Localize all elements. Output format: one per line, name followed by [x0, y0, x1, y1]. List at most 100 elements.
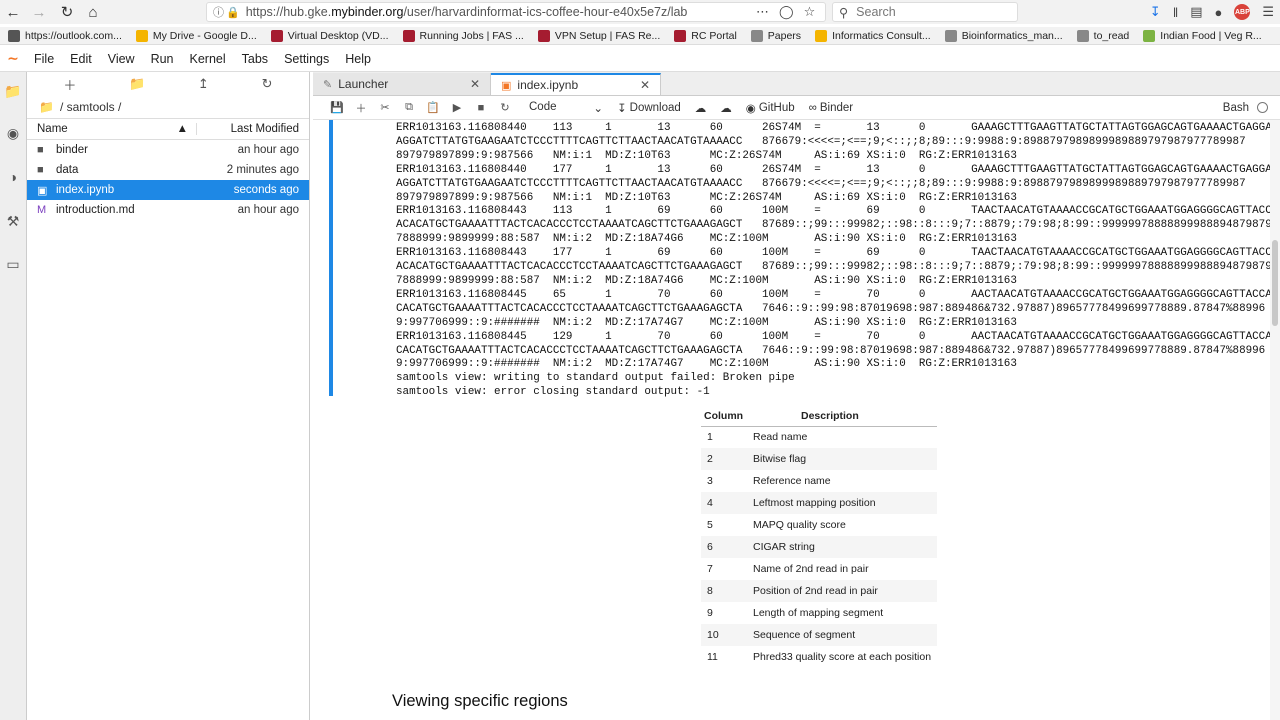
info-icon[interactable]: ⓘ	[213, 4, 224, 20]
copy-icon[interactable]: ⧉	[397, 97, 421, 119]
bookmark-item[interactable]: RC Portal	[674, 29, 737, 42]
tab-launcher[interactable]: ✎ Launcher ✕	[313, 73, 491, 95]
bookmark-icon	[750, 29, 763, 42]
bookmark-item[interactable]: Papers	[750, 29, 801, 42]
page-actions-icon[interactable]: ⋯	[756, 4, 769, 20]
bookmark-label: https://outlook.com...	[25, 29, 122, 42]
list-item[interactable]: ■ data 2 minutes ago	[27, 160, 309, 180]
bookmark-item[interactable]: Bioinformatics_man...	[944, 29, 1063, 42]
library-icon[interactable]: ‖	[1173, 5, 1178, 20]
table-row: 9 Length of mapping segment	[701, 602, 937, 624]
bookmark-item[interactable]: to_read	[1076, 29, 1129, 42]
home-icon[interactable]: ⌂	[80, 0, 106, 24]
menu-help[interactable]: Help	[337, 52, 379, 66]
menu-run[interactable]: Run	[143, 52, 182, 66]
run-icon[interactable]: ▶	[445, 97, 469, 119]
folder-icon[interactable]: 📁	[39, 100, 54, 114]
bookmark-item[interactable]: Indian Food | Veg R...	[1143, 29, 1262, 42]
scrollbar-thumb[interactable]	[1272, 240, 1278, 326]
url-bar[interactable]: ⓘ 🔒 https://hub.gke. mybinder.org/user/ha…	[206, 2, 826, 22]
back-icon[interactable]: ←	[0, 0, 26, 24]
hamburger-menu-icon[interactable]: ☰	[1262, 4, 1274, 20]
tabs-icon[interactable]: ▭	[4, 255, 22, 273]
sidebar-icon[interactable]: ▤	[1190, 4, 1202, 20]
bookmark-item[interactable]: Virtual Desktop (VD...	[270, 29, 389, 42]
column-number: 4	[701, 492, 753, 514]
cut-icon[interactable]: ✂	[373, 97, 397, 119]
bookmark-item[interactable]: Informatics Consult...	[815, 29, 931, 42]
menu-settings[interactable]: Settings	[276, 52, 337, 66]
save-icon[interactable]: 💾	[325, 97, 349, 119]
menu-edit[interactable]: Edit	[62, 52, 100, 66]
jupyter-logo-icon: ∼	[7, 50, 19, 66]
menu-tabs[interactable]: Tabs	[234, 52, 276, 66]
download-button[interactable]: ↧ Download	[617, 101, 681, 115]
list-item[interactable]: ■ binder an hour ago	[27, 140, 309, 160]
column-modified[interactable]: Last Modified	[197, 123, 309, 135]
jupyter-menubar: ∼ File Edit View Run Kernel Tabs Setting…	[0, 46, 1280, 72]
menu-kernel[interactable]: Kernel	[182, 52, 234, 66]
bookmark-icon	[1076, 29, 1089, 42]
download-icon[interactable]: ↧	[1150, 4, 1161, 20]
paste-icon[interactable]: 📋	[421, 97, 445, 119]
table-header-row: Column Description	[701, 406, 937, 427]
cloud-upload-button[interactable]: ☁	[695, 101, 707, 115]
bookmark-label: Bioinformatics_man...	[961, 29, 1063, 42]
new-folder-icon[interactable]: 📁	[129, 76, 145, 92]
bookmark-item[interactable]: https://outlook.com...	[8, 29, 122, 42]
column-number: 10	[701, 624, 753, 646]
kernel-indicator[interactable]: Bash	[1223, 102, 1280, 114]
restart-icon[interactable]: ↻	[493, 97, 517, 119]
cell-output: ERR1013163.116808440 113 1 13 60 26S74M …	[329, 120, 1278, 398]
lock-icon: 🔒	[226, 6, 240, 19]
breadcrumb-path[interactable]: / samtools /	[60, 100, 121, 114]
palette-icon[interactable]: ◑	[4, 168, 22, 186]
file-name: data	[56, 164, 79, 176]
cloud-download-button[interactable]: ☁	[720, 101, 732, 115]
bookmark-item[interactable]: Running Jobs | FAS ...	[402, 29, 524, 42]
column-number: 6	[701, 536, 753, 558]
scrollbar[interactable]	[1270, 120, 1280, 720]
refresh-icon[interactable]: ↻	[262, 76, 273, 92]
reload-icon[interactable]: ↻	[54, 0, 80, 24]
menu-file[interactable]: File	[26, 52, 62, 66]
list-item[interactable]: M introduction.md an hour ago	[27, 200, 309, 220]
column-number: 2	[701, 448, 753, 470]
close-icon[interactable]: ✕	[640, 78, 650, 92]
upload-icon[interactable]: ↥	[198, 76, 209, 92]
account-icon[interactable]: ●	[1214, 5, 1222, 20]
kernel-name: Bash	[1222, 101, 1249, 114]
running-icon[interactable]: ◉	[4, 124, 22, 142]
column-description: CIGAR string	[753, 536, 937, 558]
file-modified: seconds ago	[233, 184, 299, 196]
bookmark-star-icon[interactable]: ☆	[804, 4, 816, 20]
forward-icon[interactable]: →	[26, 0, 52, 24]
list-item[interactable]: ▣ index.ipynb seconds ago	[27, 180, 309, 200]
output-line: ERR1013163.116808443 177 1 69 60 100M = …	[396, 247, 1279, 260]
bookmark-label: RC Portal	[691, 29, 737, 42]
bookmark-item[interactable]: VPN Setup | FAS Re...	[537, 29, 660, 42]
column-number: 5	[707, 519, 713, 531]
wrench-icon[interactable]: ⚒	[4, 212, 22, 230]
sam-columns-table: Column Description 1 Read name 2 Bitwise fl…	[701, 406, 937, 668]
tab-index-ipynb[interactable]: ▣ index.ipynb ✕	[491, 73, 661, 95]
binder-button[interactable]: ∞ Binder	[809, 102, 853, 114]
bookmark-item[interactable]: My Drive - Google D...	[135, 29, 257, 42]
cell-type-select[interactable]: Code ⌄	[529, 101, 603, 115]
adblock-icon[interactable]: ABP	[1234, 4, 1251, 20]
output-line: AGGATCTTATGTGAAGAATCTCCCTTTTCAGTTCTTAACT…	[396, 177, 1246, 190]
search-input[interactable]: ⚲ Search	[832, 2, 1018, 22]
close-icon[interactable]: ✕	[470, 77, 480, 91]
folder-icon[interactable]: 📁	[4, 82, 22, 100]
pocket-icon[interactable]: ◯	[779, 4, 794, 20]
stop-icon[interactable]: ■	[469, 97, 493, 119]
table-row: 8 Position of 2nd read in pair	[701, 580, 937, 602]
bookmark-icon	[8, 29, 20, 42]
add-cell-icon[interactable]: ＋	[349, 97, 373, 119]
column-name[interactable]: Name ▲	[27, 123, 197, 135]
column-description: Read name	[753, 431, 808, 444]
menu-view[interactable]: View	[100, 52, 143, 66]
github-button[interactable]: ◉ GitHub	[746, 101, 795, 115]
new-launcher-icon[interactable]: ＋	[63, 75, 76, 94]
left-sidebar-tabs: 📁 ◉ ◑ ⚒ ▭	[0, 72, 27, 720]
